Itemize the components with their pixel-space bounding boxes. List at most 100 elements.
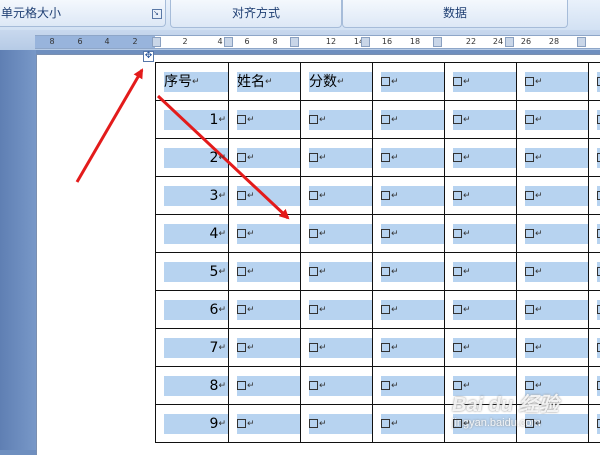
table-cell[interactable]: ↵ [229, 177, 301, 215]
table-cell[interactable]: 序号↵ [156, 63, 229, 101]
checkbox-glyph-icon [237, 229, 246, 238]
checkbox-glyph-icon [453, 77, 462, 86]
return-mark: ↵ [218, 153, 226, 163]
ribbon-group-alignment[interactable]: 对齐方式 [170, 0, 342, 28]
table-cell[interactable]: ↵ [589, 253, 600, 291]
table-cell[interactable]: ↵ [517, 177, 589, 215]
table-cell[interactable]: ↵ [445, 291, 517, 329]
table-cell[interactable]: ↵ [589, 101, 600, 139]
table-row: 6↵↵↵↵↵↵↵ [156, 291, 600, 329]
table-cell[interactable]: ↵ [301, 139, 373, 177]
table-cell[interactable]: ↵ [517, 291, 589, 329]
checkbox-glyph-icon [453, 153, 462, 162]
table-cell[interactable]: ↵ [229, 329, 301, 367]
table-cell[interactable]: ↵ [445, 139, 517, 177]
ruler-number: 16 [382, 36, 392, 48]
return-mark: ↵ [535, 191, 543, 201]
table-cell[interactable]: ↵ [373, 405, 445, 443]
table-cell[interactable]: ↵ [445, 63, 517, 101]
return-mark: ↵ [218, 305, 226, 315]
table-cell[interactable]: ↵ [301, 215, 373, 253]
table-cell[interactable]: ↵ [373, 215, 445, 253]
table-cell[interactable]: 2↵ [156, 139, 229, 177]
table-cell[interactable]: ↵ [373, 253, 445, 291]
table-cell[interactable]: ↵ [373, 367, 445, 405]
checkbox-glyph-icon [525, 191, 534, 200]
checkbox-glyph-icon [309, 115, 318, 124]
table-cell[interactable]: ↵ [589, 177, 600, 215]
ruler-number: 8 [49, 36, 54, 48]
table-cell[interactable]: ↵ [301, 329, 373, 367]
table-cell[interactable]: ↵ [229, 405, 301, 443]
checkbox-glyph-icon [309, 343, 318, 352]
table-cell[interactable]: ↵ [589, 215, 600, 253]
table-cell[interactable]: ↵ [229, 215, 301, 253]
table-cell[interactable]: ↵ [301, 177, 373, 215]
table-row: 4↵↵↵↵↵↵↵ [156, 215, 600, 253]
table-cell[interactable]: ↵ [517, 253, 589, 291]
table-cell[interactable]: ↵ [517, 139, 589, 177]
table-cell[interactable]: 5↵ [156, 253, 229, 291]
checkbox-glyph-icon [381, 419, 390, 428]
ruler-column-marker[interactable] [577, 37, 586, 47]
horizontal-ruler[interactable]: 864224681214161822242628 [35, 35, 600, 49]
table-cell[interactable]: ↵ [229, 367, 301, 405]
table-cell[interactable]: ↵ [373, 101, 445, 139]
table-cell[interactable]: ↵ [517, 63, 589, 101]
table-move-handle-icon[interactable]: ✥ [143, 51, 154, 62]
table-cell[interactable]: 3↵ [156, 177, 229, 215]
ribbon-group-cell-size[interactable]: 单元格大小 ↘ [0, 0, 166, 27]
table-cell[interactable]: 7↵ [156, 329, 229, 367]
checkbox-glyph-icon [453, 191, 462, 200]
table-cell[interactable]: ↵ [229, 291, 301, 329]
table-cell[interactable]: ↵ [589, 139, 600, 177]
ruler-column-marker[interactable] [290, 37, 299, 47]
table-cell[interactable]: ↵ [301, 405, 373, 443]
document-table[interactable]: 序号↵姓名↵分数↵↵↵↵↵1↵↵↵↵↵↵↵2↵↵↵↵↵↵↵3↵↵↵↵↵↵↵4↵↵… [155, 62, 600, 443]
table-cell[interactable]: ↵ [229, 139, 301, 177]
return-mark: ↵ [319, 343, 327, 353]
row-number: 7↵ [156, 338, 228, 358]
ruler-column-marker[interactable] [224, 37, 233, 47]
table-cell[interactable]: ↵ [373, 63, 445, 101]
return-mark: ↵ [319, 191, 327, 201]
ruler-column-marker[interactable] [505, 37, 514, 47]
table-cell[interactable]: ↵ [373, 177, 445, 215]
table-cell[interactable]: ↵ [373, 291, 445, 329]
table-cell[interactable]: 4↵ [156, 215, 229, 253]
table-cell[interactable]: ↵ [445, 215, 517, 253]
return-mark: ↵ [218, 115, 226, 125]
table-cell[interactable]: ↵ [301, 101, 373, 139]
table-cell[interactable]: ↵ [373, 139, 445, 177]
table-cell[interactable]: 9↵ [156, 405, 229, 443]
table-cell[interactable]: ↵ [445, 329, 517, 367]
table-cell[interactable]: ↵ [589, 329, 600, 367]
table-cell[interactable]: 姓名↵ [229, 63, 301, 101]
table-cell[interactable]: ↵ [445, 253, 517, 291]
table-cell[interactable]: 8↵ [156, 367, 229, 405]
ruler-column-marker[interactable] [433, 37, 442, 47]
table-cell[interactable]: ↵ [229, 101, 301, 139]
table-cell[interactable]: ↵ [301, 291, 373, 329]
dialog-launcher-icon[interactable]: ↘ [152, 9, 162, 19]
ribbon-group-data[interactable]: 数据 [342, 0, 568, 28]
cell-content: ↵ [229, 186, 255, 206]
table-cell[interactable]: 分数↵ [301, 63, 373, 101]
table-cell[interactable]: ↵ [445, 177, 517, 215]
table-cell[interactable]: ↵ [589, 291, 600, 329]
table-cell[interactable]: 6↵ [156, 291, 229, 329]
table-cell[interactable]: ↵ [445, 101, 517, 139]
table-cell[interactable]: ↵ [229, 253, 301, 291]
table-cell[interactable]: ↵ [373, 329, 445, 367]
ruler-column-marker[interactable] [361, 37, 370, 47]
table-cell[interactable]: ↵ [589, 63, 600, 101]
table-cell[interactable]: 1↵ [156, 101, 229, 139]
ruler-column-marker[interactable] [152, 37, 161, 47]
table-cell[interactable]: ↵ [517, 101, 589, 139]
table-cell[interactable]: ↵ [517, 215, 589, 253]
table-cell[interactable]: ↵ [301, 367, 373, 405]
table-cell[interactable]: ↵ [517, 329, 589, 367]
cell-content: ↵ [589, 186, 600, 206]
table-cell[interactable]: ↵ [301, 253, 373, 291]
return-mark: ↵ [218, 381, 226, 391]
